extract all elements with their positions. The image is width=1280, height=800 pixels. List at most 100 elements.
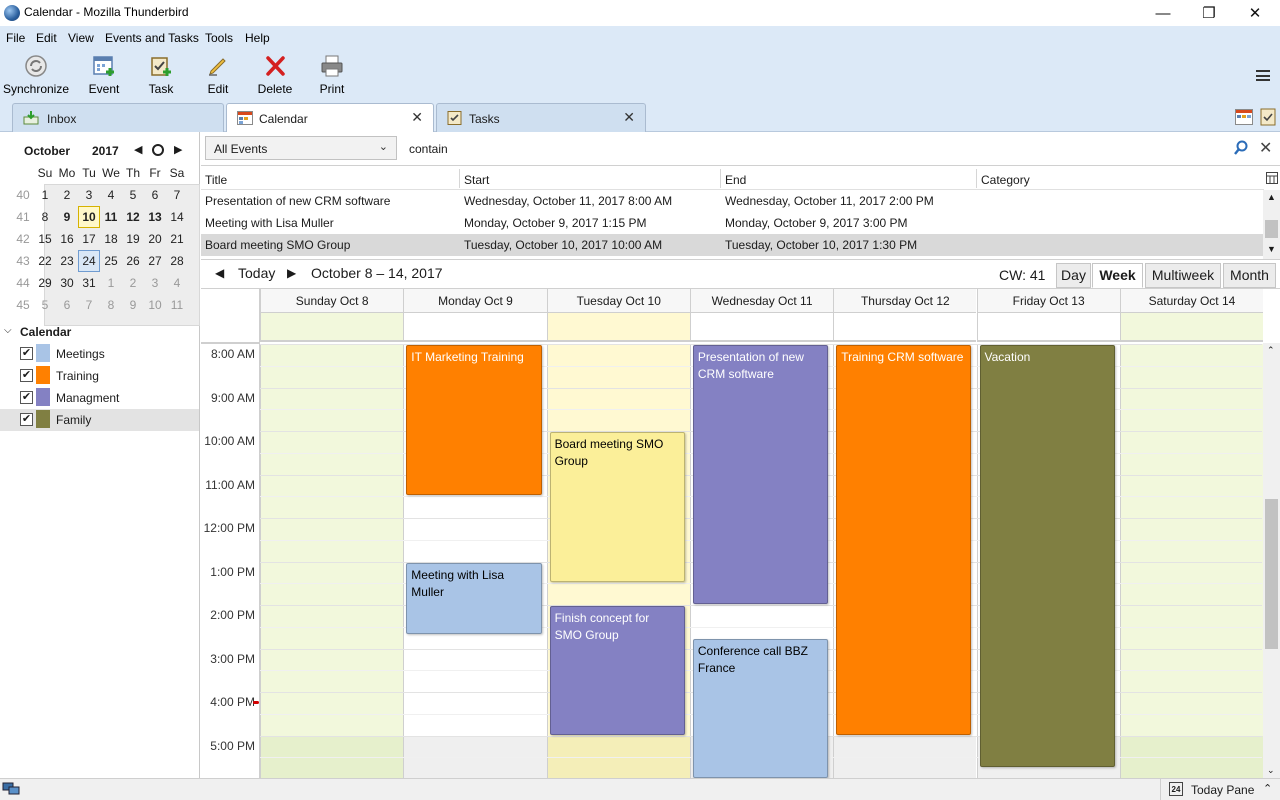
tasks-view-icon[interactable] [1260,108,1276,126]
week-view-scrollbar[interactable]: ⌃ ⌄ [1263,343,1280,778]
minical-day[interactable]: 1 [100,272,122,294]
day-header[interactable]: Wednesday Oct 11 [689,289,834,313]
calendar-checkbox[interactable]: ✔ [20,391,33,404]
collapse-chevron-icon[interactable]: ⌵ [4,325,12,336]
minical-day[interactable]: 17 [78,228,100,250]
minical-day[interactable]: 26 [122,250,144,272]
view-month-button[interactable]: Month [1223,263,1276,288]
view-multiweek-button[interactable]: Multiweek [1145,263,1221,288]
event-list-scrollbar[interactable]: ▲ ▼ [1263,190,1280,259]
menu-events-and-tasks[interactable]: Events and Tasks [105,31,199,45]
minical-day[interactable]: 9 [56,206,78,228]
calendar-list-header[interactable]: ⌵ Calendar [0,321,199,343]
calendar-item[interactable]: ✔ Family [0,409,199,431]
minical-day[interactable]: 15 [34,228,56,250]
next-week-icon[interactable]: ▶ [287,266,296,280]
event-filter-select[interactable]: All Events ⌄ [205,136,397,160]
minical-day[interactable]: 22 [34,250,56,272]
column-picker-icon[interactable] [1266,172,1278,184]
search-input[interactable] [451,136,1251,160]
minical-day[interactable]: 1 [34,184,56,206]
day-header[interactable]: Thursday Oct 12 [833,289,977,313]
all-day-slot[interactable] [403,313,547,342]
all-day-slot[interactable] [260,313,404,342]
minical-prev-icon[interactable]: ◀ [134,143,142,156]
calendar-checkbox[interactable]: ✔ [20,347,33,360]
minical-day[interactable]: 8 [100,294,122,316]
minical-day[interactable]: 7 [78,294,100,316]
menu-tools[interactable]: Tools [205,31,233,45]
minical-day[interactable]: 6 [144,184,166,206]
clear-filter-icon[interactable]: ✕ [1259,138,1272,158]
day-header[interactable]: Saturday Oct 14 [1119,289,1264,313]
online-status-icon[interactable] [2,782,20,796]
minical-day[interactable]: 23 [56,250,78,272]
minical-year[interactable]: 2017 [92,144,119,158]
minical-day[interactable]: 24 [78,250,100,272]
minical-day[interactable]: 4 [100,184,122,206]
minical-day[interactable]: 10 [78,206,100,228]
menu-view[interactable]: View [68,31,94,45]
calendar-event[interactable]: Finish concept for SMO Group [549,606,685,735]
minical-today-icon[interactable] [152,144,164,156]
minical-day[interactable]: 7 [166,184,188,206]
print-button[interactable]: Print [298,52,366,98]
minical-day[interactable]: 20 [144,228,166,250]
calendar-event[interactable]: Board meeting SMO Group [549,432,685,583]
scrollbar-thumb[interactable] [1265,499,1278,649]
today-button[interactable]: Today [238,265,275,281]
all-day-slot[interactable] [1119,313,1264,342]
tab-tasks[interactable]: Tasks ✕ [436,103,646,132]
minical-day[interactable]: 2 [122,272,144,294]
event-list-row[interactable]: Board meeting SMO Group Tuesday, October… [201,234,1263,256]
today-pane-toggle[interactable]: 24 Today Pane ⌃ [1160,779,1280,800]
minical-day[interactable]: 10 [144,294,166,316]
minical-day[interactable]: 5 [34,294,56,316]
minical-day[interactable]: 3 [78,184,100,206]
calendar-event[interactable]: Vacation [979,345,1115,768]
tab-calendar[interactable]: Calendar ✕ [226,103,434,133]
calendar-checkbox[interactable]: ✔ [20,369,33,382]
previous-week-icon[interactable]: ◀ [215,266,224,280]
day-header[interactable]: Monday Oct 9 [403,289,547,313]
minical-day[interactable]: 27 [144,250,166,272]
calendar-event[interactable]: Training CRM software [836,345,972,735]
event-list-row[interactable]: Meeting with Lisa Muller Monday, October… [201,212,1263,234]
view-day-button[interactable]: Day [1056,263,1091,288]
menu-edit[interactable]: Edit [36,31,57,45]
all-day-slot[interactable] [689,313,834,342]
app-menu-hamburger-icon[interactable] [1256,70,1270,81]
minical-day[interactable]: 5 [122,184,144,206]
maximize-button[interactable]: ❐ [1186,0,1232,26]
close-tasks-tab-icon[interactable]: ✕ [623,109,635,126]
minical-day[interactable]: 21 [166,228,188,250]
menu-help[interactable]: Help [245,31,270,45]
minical-day[interactable]: 30 [56,272,78,294]
close-window-button[interactable]: ✕ [1232,0,1278,26]
synchronize-button[interactable]: Synchronize [2,52,70,98]
calendar-item[interactable]: ✔ Training [0,365,199,387]
column-title[interactable]: Title [205,173,227,187]
minical-day[interactable]: 12 [122,206,144,228]
tab-inbox[interactable]: Inbox [12,103,224,132]
column-start[interactable]: Start [464,173,489,187]
menu-file[interactable]: File [6,31,25,45]
calendar-event[interactable]: Meeting with Lisa Muller [406,562,542,635]
day-header[interactable]: Tuesday Oct 10 [546,289,690,313]
minical-day[interactable]: 8 [34,206,56,228]
column-end[interactable]: End [725,173,746,187]
minical-day[interactable]: 25 [100,250,122,272]
minical-day[interactable]: 11 [100,206,122,228]
all-day-slot[interactable] [546,313,690,342]
minical-day[interactable]: 31 [78,272,100,294]
minical-day[interactable]: 19 [122,228,144,250]
scroll-up-icon[interactable]: ⌃ [1267,345,1275,356]
minical-next-icon[interactable]: ▶ [174,143,182,156]
calendar-view-icon[interactable] [1235,109,1253,125]
close-calendar-tab-icon[interactable]: ✕ [411,109,423,126]
minical-day[interactable]: 4 [166,272,188,294]
all-day-slot[interactable] [976,313,1120,342]
event-list-row[interactable]: Presentation of new CRM software Wednesd… [201,190,1263,212]
minical-day[interactable]: 11 [166,294,188,316]
column-category[interactable]: Category [981,173,1030,187]
